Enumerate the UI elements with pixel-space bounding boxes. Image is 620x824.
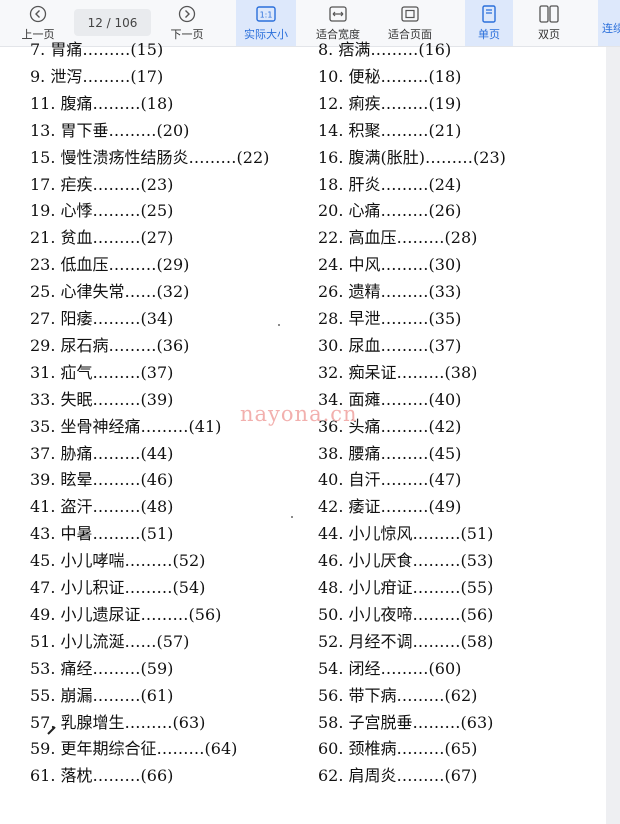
scan-speck	[291, 516, 293, 518]
toc-right-entry: 8. 痞满………(16)	[318, 40, 452, 59]
toc-left-entry: 15. 慢性溃疡性结肠炎………(22)	[30, 147, 270, 167]
toc-right-entry: 46. 小儿厌食………(53)	[318, 551, 494, 571]
double-page-icon	[539, 4, 559, 24]
toc-right-entry: 40. 自汗………(47)	[318, 470, 462, 490]
toc-right-entry: 60. 颈椎病………(65)	[318, 739, 478, 759]
page-indicator-field[interactable]: 12 / 106	[74, 9, 151, 36]
fit-width-icon	[329, 4, 347, 24]
toc-right-entry: 38. 腰痛………(45)	[318, 443, 462, 463]
toc-right-entry: 14. 积聚………(21)	[318, 120, 462, 140]
next-page-button[interactable]: 下一页	[160, 0, 214, 46]
toc-left-entry: 35. 坐骨神经痛………(41)	[30, 416, 222, 436]
double-page-button[interactable]: 双页	[524, 0, 574, 46]
toc-left-entry: 47. 小儿积证………(54)	[30, 578, 206, 597]
continuous-button[interactable]: 连续	[598, 0, 620, 46]
toc-left-entry: 17. 疟疾………(23)	[30, 174, 174, 194]
circle-chevron-left-icon	[29, 4, 47, 24]
toc-left-entry: 27. 阳痿………(34)	[30, 309, 174, 328]
toc-left-entry: 31. 疝气………(37)	[30, 362, 174, 382]
toc-left-entry: 43. 中暑………(51)	[30, 524, 174, 544]
toc-left-entry: 23. 低血压………(29)	[30, 255, 190, 275]
toc-right-entry: 24. 中风………(30)	[318, 255, 462, 275]
toc-right-entry: 16. 腹满(胀肚)………(23)	[318, 147, 506, 167]
toc-left-entry: 13. 胃下垂………(20)	[30, 120, 190, 140]
document-page: 7. 胃痛………(15) 9. 泄泻………(17) 11. 腹痛………(18) 13.…	[0, 40, 620, 824]
toc-right-entry: 50. 小儿夜啼………(56)	[318, 604, 494, 624]
scan-speck	[278, 324, 280, 326]
toc-left-entry: 33. 失眠………(39)	[30, 389, 174, 409]
toc-right-entry: 54. 闭经………(60)	[318, 658, 462, 678]
one-to-one-icon: 1:1	[256, 4, 276, 24]
toc-left-entry: 39. 眩晕………(46)	[30, 470, 174, 490]
toc-right-entry: 56. 带下病………(62)	[318, 685, 478, 705]
watermark-text: nayona.cn	[240, 402, 358, 426]
toc-left-entry: 51. 小儿流涎……(57)	[30, 631, 190, 651]
toc-left-entry: 11. 腹痛………(18)	[30, 93, 174, 113]
toc-right-entry: 42. 痿证………(49)	[318, 497, 462, 517]
toc-left-entry: 55. 崩漏………(61)	[30, 685, 174, 705]
toc-right-entry: 10. 便秘………(18)	[318, 66, 462, 86]
toc-left-entry: 29. 尿石病………(36)	[30, 335, 190, 355]
toc-right-entry: 26. 遗精………(33)	[318, 282, 462, 302]
single-page-icon	[482, 4, 496, 24]
actual-size-button[interactable]: 1:1 实际大小	[236, 0, 296, 46]
toc-left-entry: 61. 落枕………(66)	[30, 766, 174, 786]
toc-left-entry: 49. 小儿遗尿证………(56)	[30, 604, 222, 624]
scan-mark	[47, 726, 56, 735]
double-page-label: 双页	[538, 28, 560, 41]
single-page-label: 单页	[478, 28, 500, 41]
toc-right-entry: 52. 月经不调………(58)	[318, 631, 494, 651]
toc-left-entry: 25. 心律失常……(32)	[30, 282, 190, 302]
toc-right-entry: 44. 小儿惊风………(51)	[318, 524, 494, 544]
actual-size-label: 实际大小	[244, 28, 288, 41]
toc-right-entry: 62. 肩周炎………(67)	[318, 766, 478, 786]
toc-right-entry: 48. 小儿疳证………(55)	[318, 578, 494, 597]
page-indicator-text: 12 / 106	[87, 15, 138, 30]
toc-right-entry: 32. 痴呆证………(38)	[318, 362, 478, 382]
toc-left-entry: 21. 贫血………(27)	[30, 228, 174, 248]
toc-right-entry: 30. 尿血………(37)	[318, 335, 462, 355]
toc-left-entry: 37. 胁痛………(44)	[30, 443, 174, 463]
toc-left-entry: 7. 胃痛………(15)	[30, 40, 164, 59]
continuous-label: 连续	[602, 22, 620, 35]
toc-right-entry: 28. 早泄………(35)	[318, 309, 462, 328]
toc-left-entry: 9. 泄泻………(17)	[30, 66, 164, 86]
toc-left-entry: 41. 盗汗………(48)	[30, 497, 174, 517]
svg-text:1:1: 1:1	[260, 11, 273, 20]
toc-right-entry: 58. 子宫脱垂………(63)	[318, 712, 494, 732]
toc-left-entry: 19. 心悸………(25)	[30, 201, 174, 221]
toc-left-entry: 59. 更年期综合征………(64)	[30, 739, 238, 759]
toc-right-entry: 20. 心痛………(26)	[318, 201, 462, 221]
toc-left-entry: 45. 小儿哮喘………(52)	[30, 551, 206, 571]
toc-right-entry: 18. 肝炎………(24)	[318, 174, 462, 194]
next-page-label: 下一页	[170, 28, 204, 41]
toc-left-entry: 53. 痛经………(59)	[30, 658, 174, 678]
toc-right-entry: 22. 高血压………(28)	[318, 228, 478, 248]
fit-page-icon	[401, 4, 419, 24]
circle-chevron-right-icon	[178, 4, 196, 24]
toc-right-entry: 12. 痢疾………(19)	[318, 93, 462, 113]
single-page-button[interactable]: 单页	[465, 0, 513, 46]
vertical-scrollbar[interactable]	[606, 47, 620, 824]
